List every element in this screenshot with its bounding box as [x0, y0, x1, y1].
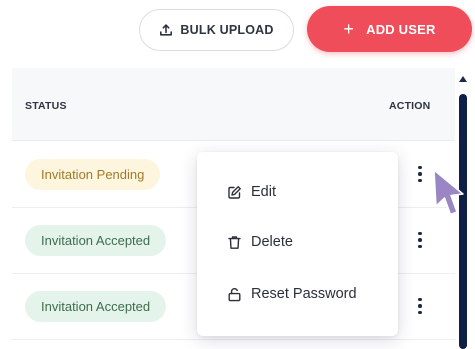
menu-item-label: Edit	[251, 184, 276, 200]
bulk-upload-button[interactable]: BULK UPLOAD	[139, 9, 294, 51]
trash-icon	[228, 235, 241, 249]
more-actions-icon[interactable]	[412, 227, 428, 253]
table-header: STATUS ACTION	[12, 68, 455, 141]
status-badge: Invitation Accepted	[25, 225, 167, 256]
menu-item-edit[interactable]: Edit	[227, 184, 276, 200]
row-actions-menu: Edit Delete Reset Password	[197, 152, 398, 336]
more-actions-icon[interactable]	[412, 293, 428, 319]
menu-item-delete[interactable]: Delete	[227, 234, 293, 250]
column-header-status: STATUS	[25, 100, 67, 112]
lock-icon	[228, 287, 241, 301]
add-user-button[interactable]: + ADD USER	[307, 6, 472, 52]
status-badge: Invitation Pending	[25, 159, 161, 190]
edit-icon	[228, 185, 241, 199]
column-header-action: ACTION	[389, 100, 431, 112]
upload-icon	[160, 24, 173, 36]
plus-icon: +	[343, 19, 355, 39]
scrollbar-thumb[interactable]	[459, 94, 467, 349]
bulk-upload-label: BULK UPLOAD	[180, 23, 274, 37]
scroll-up-arrow-icon[interactable]	[459, 76, 467, 82]
menu-item-label: Reset Password	[251, 286, 357, 302]
status-badge: Invitation Accepted	[25, 291, 167, 322]
toolbar: BULK UPLOAD + ADD USER	[0, 0, 475, 64]
more-actions-icon[interactable]	[412, 161, 428, 187]
add-user-label: ADD USER	[366, 21, 436, 37]
menu-item-label: Delete	[251, 234, 293, 250]
mouse-cursor-icon	[433, 169, 464, 216]
menu-item-reset-password[interactable]: Reset Password	[227, 286, 357, 302]
